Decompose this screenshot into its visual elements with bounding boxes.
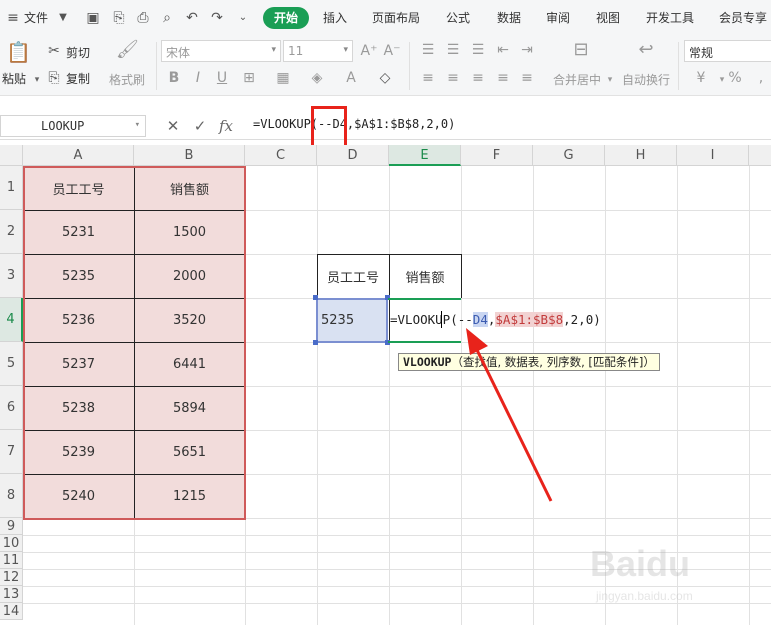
font-size-value: 11 [288, 44, 304, 58]
tab-review[interactable]: 审阅 [546, 9, 570, 26]
tab-data[interactable]: 数据 [497, 9, 521, 26]
cancel-icon[interactable]: ✕ [164, 117, 182, 135]
indent-decrease-icon[interactable]: ⇤ [494, 42, 512, 58]
format-painter-button[interactable]: 格式刷 [109, 71, 145, 88]
tab-developer[interactable]: 开发工具 [646, 9, 694, 26]
export-pdf-icon[interactable]: ⎘ [110, 9, 128, 27]
chevron-down-icon: ▾ [271, 45, 276, 55]
watermark: Baidu jingyan.baidu.com [590, 543, 760, 623]
distribute-icon[interactable]: ≡ [518, 70, 536, 86]
copy-button[interactable]: 复制 [66, 70, 90, 87]
font-name-select[interactable]: 宋体 ▾ [161, 40, 281, 62]
merge-center-button[interactable]: 合并居中 [553, 71, 601, 88]
cell-style-icon[interactable]: ▦ [274, 70, 292, 86]
align-middle-icon[interactable]: ☰ [444, 42, 462, 58]
decrease-font-icon[interactable]: A⁻ [383, 43, 401, 59]
align-center-icon[interactable]: ≡ [444, 70, 462, 86]
cut-button[interactable]: 剪切 [66, 44, 90, 61]
confirm-icon[interactable]: ✓ [191, 117, 209, 135]
align-right-icon[interactable]: ≡ [469, 70, 487, 86]
arrow-head [466, 328, 488, 355]
copy-icon[interactable]: ⎘ [45, 70, 63, 86]
arrow-shaft [475, 349, 553, 502]
font-name-value: 宋体 [166, 46, 191, 60]
redo-icon[interactable]: ↷ [208, 9, 226, 27]
align-top-icon[interactable]: ☰ [419, 42, 437, 58]
print-preview-icon[interactable]: ⌕ [158, 9, 176, 27]
indent-increase-icon[interactable]: ⇥ [518, 42, 536, 58]
fill-color-icon[interactable]: ◈ [308, 70, 326, 86]
tab-insert[interactable]: 插入 [323, 9, 347, 26]
tab-member[interactable]: 会员专享 [719, 9, 767, 26]
increase-font-icon[interactable]: A⁺ [360, 43, 378, 59]
font-color-icon[interactable]: A [342, 70, 360, 86]
watermark-url: jingyan.baidu.com [596, 589, 693, 603]
insert-function-icon[interactable]: fx [217, 117, 235, 135]
align-left-icon[interactable]: ≡ [419, 70, 437, 86]
chevron-down-icon: ▾ [134, 120, 140, 130]
formula-input[interactable]: =VLOOKUP(--D4,$A$1:$B$8,2,0) [253, 117, 455, 131]
italic-icon[interactable]: I [189, 70, 207, 86]
align-bottom-icon[interactable]: ☰ [469, 42, 487, 58]
chevron-down-icon[interactable]: ▾ [601, 72, 619, 88]
wrap-text-button[interactable]: 自动换行 [622, 71, 670, 88]
annotation-highlight-box [311, 106, 347, 148]
font-size-select[interactable]: 11 ▾ [283, 40, 353, 62]
ribbon: 📋 粘贴 ▾ ✂ 剪切 ⎘ 复制 🖌 格式刷 宋体 ▾ 11 ▾ A⁺ A⁻ B I… [0, 36, 771, 96]
chevron-down-icon[interactable]: ▾ [28, 72, 46, 88]
underline-icon[interactable]: U [213, 70, 231, 86]
undo-icon[interactable]: ↶ [183, 9, 201, 27]
scissors-icon[interactable]: ✂ [45, 43, 63, 59]
format-painter-icon[interactable]: 🖌 [116, 41, 139, 59]
ribbon-divider [409, 42, 410, 90]
tab-formulas[interactable]: 公式 [446, 9, 470, 26]
bold-icon[interactable]: B [165, 70, 183, 86]
ribbon-divider [156, 42, 157, 90]
save-icon[interactable]: ▣ [84, 9, 102, 27]
name-box[interactable]: LOOKUP ▾ [0, 115, 146, 137]
merge-center-icon[interactable]: ⊟ [570, 41, 592, 59]
customize-toolbar-icon[interactable]: ⌄ [234, 9, 252, 27]
tab-view[interactable]: 视图 [596, 9, 620, 26]
chevron-down-icon: ▾ [343, 45, 348, 55]
wrap-text-icon[interactable]: ↩ [635, 41, 657, 59]
spreadsheet-grid[interactable]: A B C D E F G H I 1 2 3 4 5 6 7 8 9 10 1… [0, 145, 771, 625]
borders-icon[interactable]: ⊞ [240, 70, 258, 86]
name-box-value: LOOKUP [41, 119, 85, 133]
clear-icon[interactable]: ◇ [376, 70, 394, 86]
watermark-logo: Baidu [590, 543, 691, 584]
formula-bar: LOOKUP ▾ ✕ ✓ fx =VLOOKUP(--D4,$A$1:$B$8,… [0, 112, 771, 140]
number-format-select[interactable]: 常规 [684, 40, 771, 62]
percent-icon[interactable]: % [726, 70, 744, 86]
number-format-value: 常规 [689, 46, 714, 60]
print-icon[interactable]: ⎙ [134, 9, 152, 27]
justify-icon[interactable]: ≡ [494, 70, 512, 86]
paste-button[interactable]: 粘贴 [2, 70, 26, 87]
ribbon-divider [678, 42, 679, 90]
currency-icon[interactable]: ¥ [692, 70, 710, 86]
menu-icon[interactable]: ≡ [4, 9, 22, 27]
tab-page-layout[interactable]: 页面布局 [372, 9, 420, 26]
menu-bar: ≡ 文件 ▼ ▣ ⎘ ⎙ ⌕ ↶ ↷ ⌄ 开始 插入 页面布局 公式 数据 审阅… [0, 0, 771, 36]
paste-icon[interactable]: 📋 [6, 41, 31, 63]
chevron-down-icon[interactable]: ▼ [54, 9, 72, 27]
thousands-icon[interactable]: , [752, 70, 770, 86]
tab-home[interactable]: 开始 [263, 7, 309, 29]
file-menu[interactable]: 文件 [24, 9, 48, 26]
